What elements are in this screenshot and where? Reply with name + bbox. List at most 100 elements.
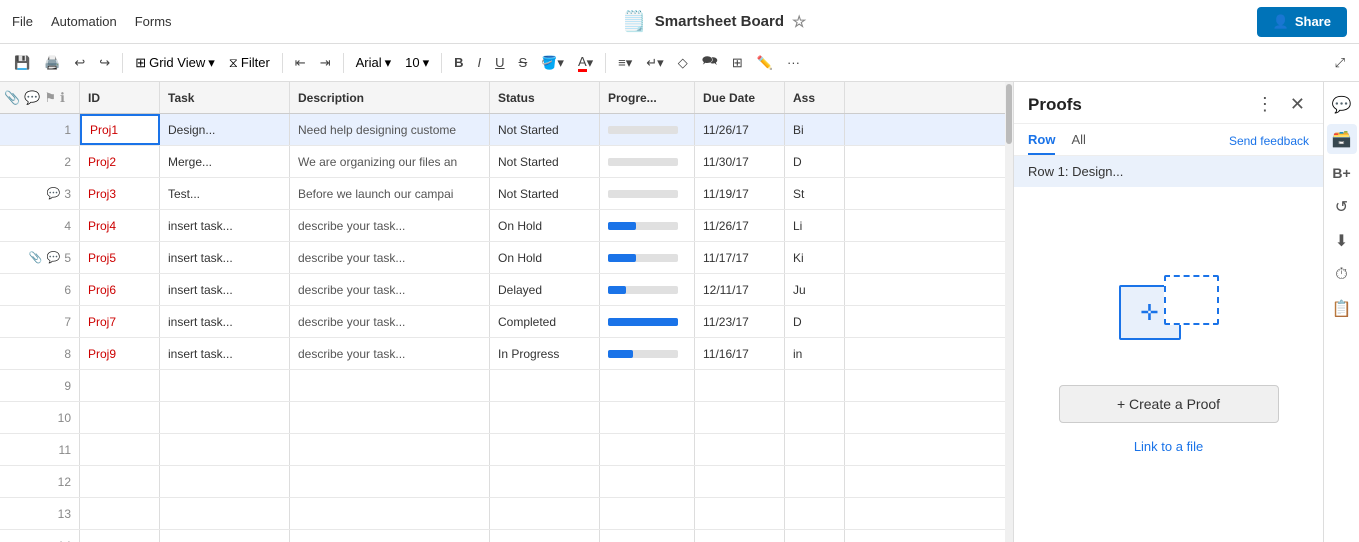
cell-progress[interactable] <box>600 370 695 401</box>
cell-status[interactable]: On Hold <box>490 242 600 273</box>
strikethrough-button[interactable]: S <box>513 51 534 74</box>
cell-assigned[interactable]: D <box>785 146 845 177</box>
cell-progress[interactable] <box>600 114 695 145</box>
cell-status[interactable]: Not Started <box>490 114 600 145</box>
cell-progress[interactable] <box>600 338 695 369</box>
cell-status[interactable]: In Progress <box>490 338 600 369</box>
table-row[interactable]: 13 <box>0 498 1013 530</box>
cell-due-date[interactable]: 11/26/17 <box>695 114 785 145</box>
cell-id[interactable]: Proj3 <box>80 178 160 209</box>
download-sidebar-btn[interactable]: ⬇ <box>1327 226 1357 256</box>
table-row[interactable]: 9 <box>0 370 1013 402</box>
table-sidebar-btn[interactable]: 📋 <box>1327 294 1357 324</box>
cell-description[interactable]: describe your task... <box>290 210 490 241</box>
cell-status[interactable] <box>490 402 600 433</box>
cell-status[interactable]: Not Started <box>490 146 600 177</box>
col-header-desc[interactable]: Description <box>290 82 490 113</box>
col-header-progress[interactable]: Progre... <box>600 82 695 113</box>
fill-color-button[interactable]: 🪣▾ <box>535 51 570 75</box>
table-button[interactable]: ⊞ <box>726 51 749 75</box>
cell-description[interactable] <box>290 498 490 529</box>
cell-status[interactable] <box>490 466 600 497</box>
cell-assigned[interactable] <box>785 530 845 542</box>
cell-description[interactable]: describe your task... <box>290 242 490 273</box>
cell-task[interactable] <box>160 402 290 433</box>
cell-id[interactable] <box>80 434 160 465</box>
sheet-scrollbar[interactable] <box>1005 82 1013 542</box>
cell-due-date[interactable] <box>695 434 785 465</box>
cell-progress[interactable] <box>600 434 695 465</box>
cell-description[interactable] <box>290 530 490 542</box>
cell-progress[interactable] <box>600 466 695 497</box>
cell-due-date[interactable]: 11/17/17 <box>695 242 785 273</box>
share-button[interactable]: 👤 Share <box>1257 7 1347 37</box>
cell-due-date[interactable]: 11/26/17 <box>695 210 785 241</box>
col-header-id[interactable]: ID <box>80 82 160 113</box>
cell-progress[interactable] <box>600 306 695 337</box>
scrollbar-thumb[interactable] <box>1006 84 1012 144</box>
cell-progress[interactable] <box>600 274 695 305</box>
cell-assigned[interactable] <box>785 434 845 465</box>
indent-icon[interactable]: ⇤ <box>289 51 312 75</box>
clock-sidebar-btn[interactable]: ⏱ <box>1327 260 1357 290</box>
col-header-assigned[interactable]: Ass <box>785 82 845 113</box>
cell-status[interactable] <box>490 530 600 542</box>
cell-due-date[interactable]: 11/19/17 <box>695 178 785 209</box>
table-row[interactable]: 💬3Proj3Test...Before we launch our campa… <box>0 178 1013 210</box>
cell-due-date[interactable] <box>695 402 785 433</box>
cell-progress[interactable] <box>600 146 695 177</box>
proofs-menu-button[interactable]: ⋮ <box>1252 92 1278 117</box>
cell-due-date[interactable] <box>695 466 785 497</box>
cell-status[interactable]: Not Started <box>490 178 600 209</box>
cell-assigned[interactable]: Ju <box>785 274 845 305</box>
proofs-close-button[interactable]: ✕ <box>1286 92 1309 117</box>
cell-due-date[interactable]: 11/23/17 <box>695 306 785 337</box>
cell-assigned[interactable]: Bi <box>785 114 845 145</box>
font-size-dropdown[interactable]: 10 ▾ <box>399 51 435 75</box>
history-sidebar-btn[interactable]: ↺ <box>1327 192 1357 222</box>
cell-assigned[interactable]: in <box>785 338 845 369</box>
table-row[interactable]: 1Proj1Design...Need help designing custo… <box>0 114 1013 146</box>
cell-description[interactable]: describe your task... <box>290 306 490 337</box>
menu-file[interactable]: File <box>12 14 33 29</box>
cell-id[interactable]: Proj7 <box>80 306 160 337</box>
col-header-status[interactable]: Status <box>490 82 600 113</box>
cell-assigned[interactable] <box>785 466 845 497</box>
bold-button[interactable]: B <box>448 51 469 74</box>
create-proof-button[interactable]: + Create a Proof <box>1059 385 1279 423</box>
cell-assigned[interactable]: St <box>785 178 845 209</box>
cell-status[interactable]: Completed <box>490 306 600 337</box>
cell-id[interactable]: Proj2 <box>80 146 160 177</box>
cell-id[interactable]: Proj1 <box>80 114 160 145</box>
table-row[interactable]: 📎💬5Proj5insert task...describe your task… <box>0 242 1013 274</box>
cell-task[interactable] <box>160 530 290 542</box>
cell-status[interactable]: Delayed <box>490 274 600 305</box>
menu-forms[interactable]: Forms <box>135 14 172 29</box>
link-button[interactable]: ◇ <box>672 51 694 75</box>
table-row[interactable]: 2Proj2Merge...We are organizing our file… <box>0 146 1013 178</box>
bold-sidebar-btn[interactable]: B+ <box>1327 158 1357 188</box>
cell-due-date[interactable] <box>695 530 785 542</box>
layers-sidebar-btn[interactable]: 🗃️ <box>1327 124 1357 154</box>
cell-task[interactable] <box>160 370 290 401</box>
cell-id[interactable] <box>80 370 160 401</box>
save-icon[interactable]: 💾 <box>8 51 36 75</box>
cell-task[interactable]: insert task... <box>160 210 290 241</box>
cell-description[interactable]: describe your task... <box>290 274 490 305</box>
redo-icon[interactable]: ↪ <box>93 51 116 75</box>
star-icon[interactable]: ☆ <box>792 12 806 32</box>
cell-assigned[interactable] <box>785 370 845 401</box>
filter-button[interactable]: ⧖ Filter <box>223 51 276 75</box>
highlight-button[interactable]: ✏️ <box>751 51 779 75</box>
cell-task[interactable] <box>160 434 290 465</box>
more-button[interactable]: ··· <box>781 51 806 74</box>
cell-progress[interactable] <box>600 178 695 209</box>
cell-progress[interactable] <box>600 210 695 241</box>
cell-assigned[interactable] <box>785 498 845 529</box>
outdent-icon[interactable]: ⇥ <box>314 51 337 75</box>
font-dropdown[interactable]: Arial ▾ <box>350 51 398 75</box>
table-row[interactable]: 14 <box>0 530 1013 542</box>
cell-assigned[interactable] <box>785 402 845 433</box>
cell-id[interactable]: Proj4 <box>80 210 160 241</box>
cell-id[interactable] <box>80 498 160 529</box>
